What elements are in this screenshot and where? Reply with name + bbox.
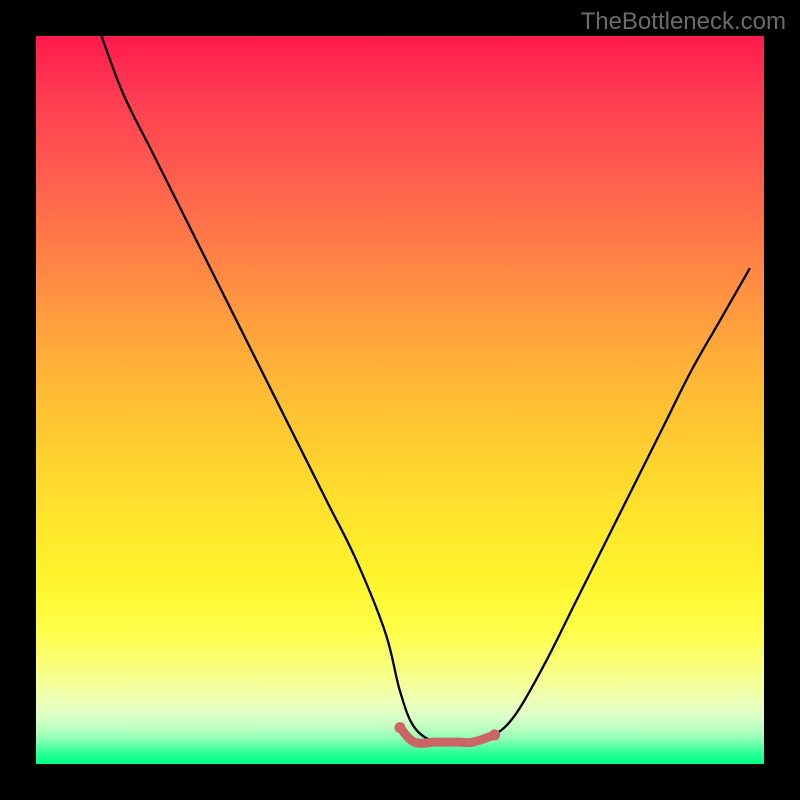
watermark-text: TheBottleneck.com	[581, 8, 786, 36]
chart-frame: TheBottleneck.com	[0, 0, 800, 800]
plot-background	[36, 36, 764, 764]
gradient-fill	[36, 36, 764, 764]
